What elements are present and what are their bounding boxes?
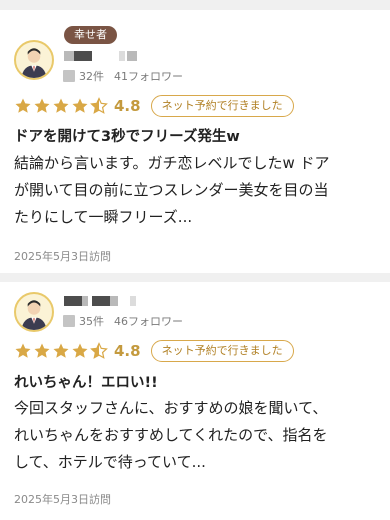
star-icon xyxy=(72,343,88,358)
top-divider xyxy=(0,0,390,10)
review-divider xyxy=(0,273,390,282)
user-rank-badge: 幸せ者 xyxy=(64,26,117,44)
rating-score: 4.8 xyxy=(114,97,141,115)
half-star-icon xyxy=(90,97,108,114)
visit-date: 2025年5月3日訪問 xyxy=(14,250,111,263)
review-body[interactable]: 結論から言います。ガチ恋レベルでしたw ドア が開いて目の前に立つスレンダー美女… xyxy=(14,150,384,231)
review-body-line: が開いて目の前に立つスレンダー美女を目の当 xyxy=(14,181,329,199)
document-icon xyxy=(63,315,75,327)
star-rating xyxy=(14,342,109,360)
half-star-icon xyxy=(90,342,108,359)
document-icon xyxy=(63,70,75,82)
follower-count[interactable]: 41フォロワー xyxy=(114,68,183,84)
rating-score: 4.8 xyxy=(114,342,141,360)
star-icon xyxy=(15,343,31,358)
star-icon xyxy=(15,98,31,113)
review-count: 32件 xyxy=(79,70,104,83)
rating-row: 4.8 ネット予約で行きました xyxy=(14,95,294,117)
review-body-line: 結論から言います。ガチ恋レベルでしたw ドア xyxy=(14,154,330,172)
review-body-line: して、ホテルで待っていて... xyxy=(14,453,206,471)
user-stats: 35件 46フォロワー xyxy=(63,313,183,329)
visit-type-tag: ネット予約で行きました xyxy=(150,340,294,362)
star-icon xyxy=(53,98,69,113)
user-avatar-icon[interactable] xyxy=(14,292,54,332)
star-icon xyxy=(53,343,69,358)
review-title[interactable]: れいちゃん！エロい!! xyxy=(14,371,158,392)
star-rating xyxy=(14,97,109,115)
review-body-line: れいちゃんをおすすめしてくれたので、指名を xyxy=(14,426,328,444)
star-icon xyxy=(34,343,50,358)
user-avatar-icon[interactable] xyxy=(14,40,54,80)
review-body-line: たりにして一瞬フリーズ... xyxy=(14,208,193,226)
review-count: 35件 xyxy=(79,315,104,328)
visit-type-tag: ネット予約で行きました xyxy=(150,95,294,117)
rating-row: 4.8 ネット予約で行きました xyxy=(14,340,294,362)
star-icon xyxy=(34,98,50,113)
review-title[interactable]: ドアを開けて3秒でフリーズ発生w xyxy=(14,125,240,146)
star-icon xyxy=(72,98,88,113)
visit-date: 2025年5月3日訪問 xyxy=(14,493,111,506)
review-body[interactable]: 今回スタッフさんに、おすすめの娘を聞いて、 れいちゃんをおすすめしてくれたので、… xyxy=(14,395,384,476)
follower-count[interactable]: 46フォロワー xyxy=(114,313,183,329)
review-body-line: 今回スタッフさんに、おすすめの娘を聞いて、 xyxy=(14,399,328,417)
user-stats: 32件 41フォロワー xyxy=(63,68,183,84)
